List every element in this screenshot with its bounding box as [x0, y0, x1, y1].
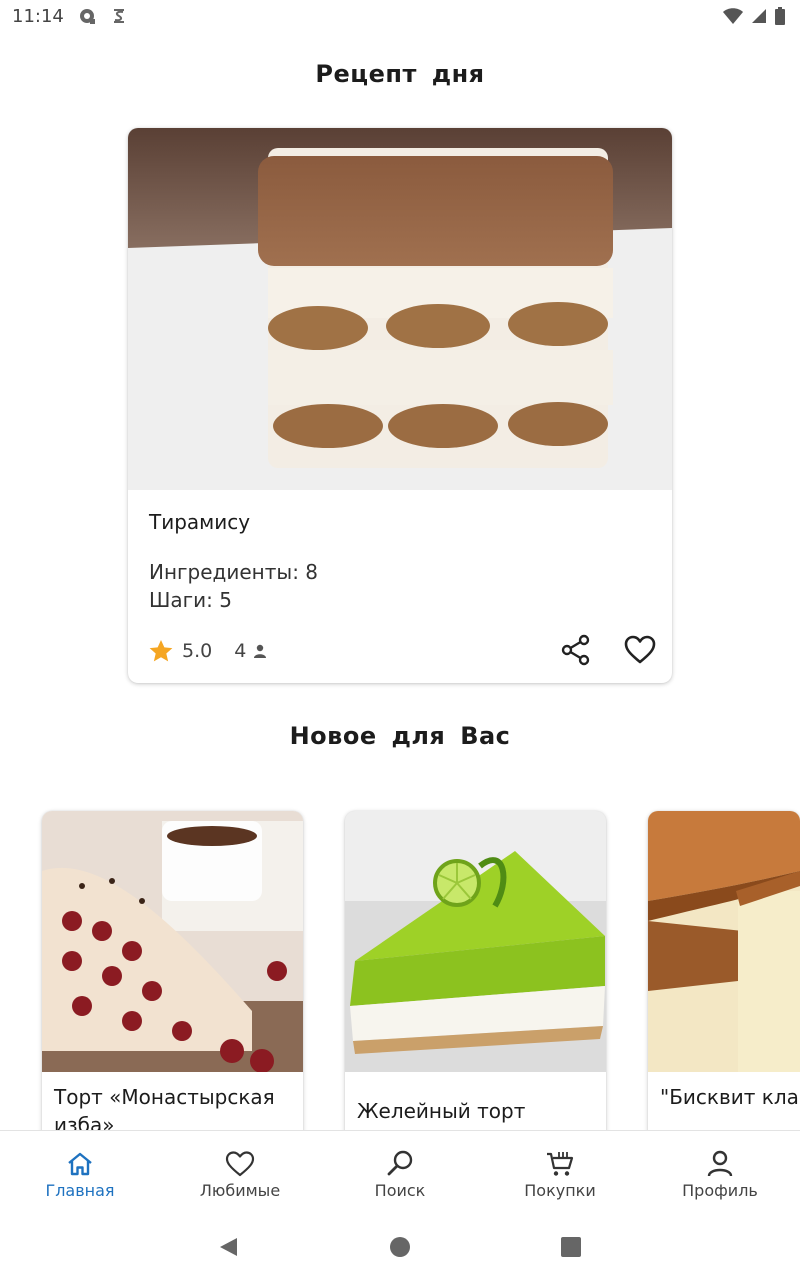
wifi-icon	[723, 8, 743, 24]
nav-item-shopping[interactable]: Покупки	[480, 1131, 640, 1219]
recents-icon[interactable]	[560, 1236, 582, 1258]
nav-label: Профиль	[682, 1181, 758, 1200]
search-icon	[387, 1150, 413, 1176]
status-time: 11:14	[12, 5, 64, 27]
recipe-of-day-card[interactable]: Тирамису Ингредиенты: 8 Шаги: 5 5.0 4	[128, 128, 672, 683]
battery-icon	[775, 7, 785, 25]
home-icon	[68, 1152, 92, 1176]
sponge-cake-photo	[648, 811, 800, 1072]
nav-item-search[interactable]: Поиск	[320, 1131, 480, 1219]
cherry-cake-photo	[42, 811, 303, 1072]
recipe-card[interactable]: Желейный торт	[345, 811, 606, 1151]
nav-label: Любимые	[199, 1181, 281, 1200]
share-icon[interactable]	[560, 634, 592, 666]
nav-label: Главная	[45, 1181, 115, 1200]
recipe-of-day-title: Рецепт дня	[315, 60, 485, 88]
recipe-of-day-details: Ингредиенты: 8 Шаги: 5	[149, 558, 318, 614]
nav-item-profile[interactable]: Профиль	[640, 1131, 800, 1219]
recipe-of-day-name: Тирамису	[149, 510, 251, 534]
recipe-of-day-meta: 5.0 4	[148, 638, 268, 664]
heart-icon	[225, 1151, 255, 1177]
nav-label: Покупки	[524, 1181, 596, 1200]
new-for-you-title: Новое для Вас	[289, 722, 511, 750]
sync-icon	[113, 9, 124, 23]
servings-count: 4	[234, 640, 247, 662]
recipe-card-title: Желейный торт	[357, 1099, 526, 1123]
star-icon	[149, 639, 173, 662]
signal-icon	[752, 9, 766, 23]
ingredients-count: Ингредиенты: 8	[149, 560, 319, 584]
nav-item-favorites[interactable]: Любимые	[160, 1131, 320, 1219]
person-icon	[254, 644, 267, 658]
tiramisu-photo	[128, 128, 672, 490]
profile-icon	[707, 1150, 733, 1177]
nav-item-home[interactable]: Главная	[0, 1131, 160, 1219]
cart-icon	[547, 1152, 574, 1176]
favorite-heart-icon[interactable]	[623, 633, 657, 667]
recipe-card[interactable]: Торт «Монастырская изба»	[42, 811, 303, 1151]
bottom-navigation: Главная Любимые Поиск Покупки Профиль	[0, 1130, 800, 1219]
recipe-card[interactable]: "Бисквит классически	[648, 811, 800, 1151]
rating-value: 5.0	[182, 640, 213, 662]
status-bar: 11:14	[0, 0, 800, 32]
nav-label: Поиск	[374, 1181, 426, 1200]
steps-count: Шаги: 5	[149, 588, 232, 612]
home-circle-icon[interactable]	[389, 1236, 411, 1258]
notification-icon	[79, 9, 95, 24]
recipe-card-title: "Бисквит классически	[660, 1085, 800, 1109]
lime-jelly-cake-photo	[345, 811, 606, 1072]
back-icon[interactable]	[218, 1236, 240, 1258]
